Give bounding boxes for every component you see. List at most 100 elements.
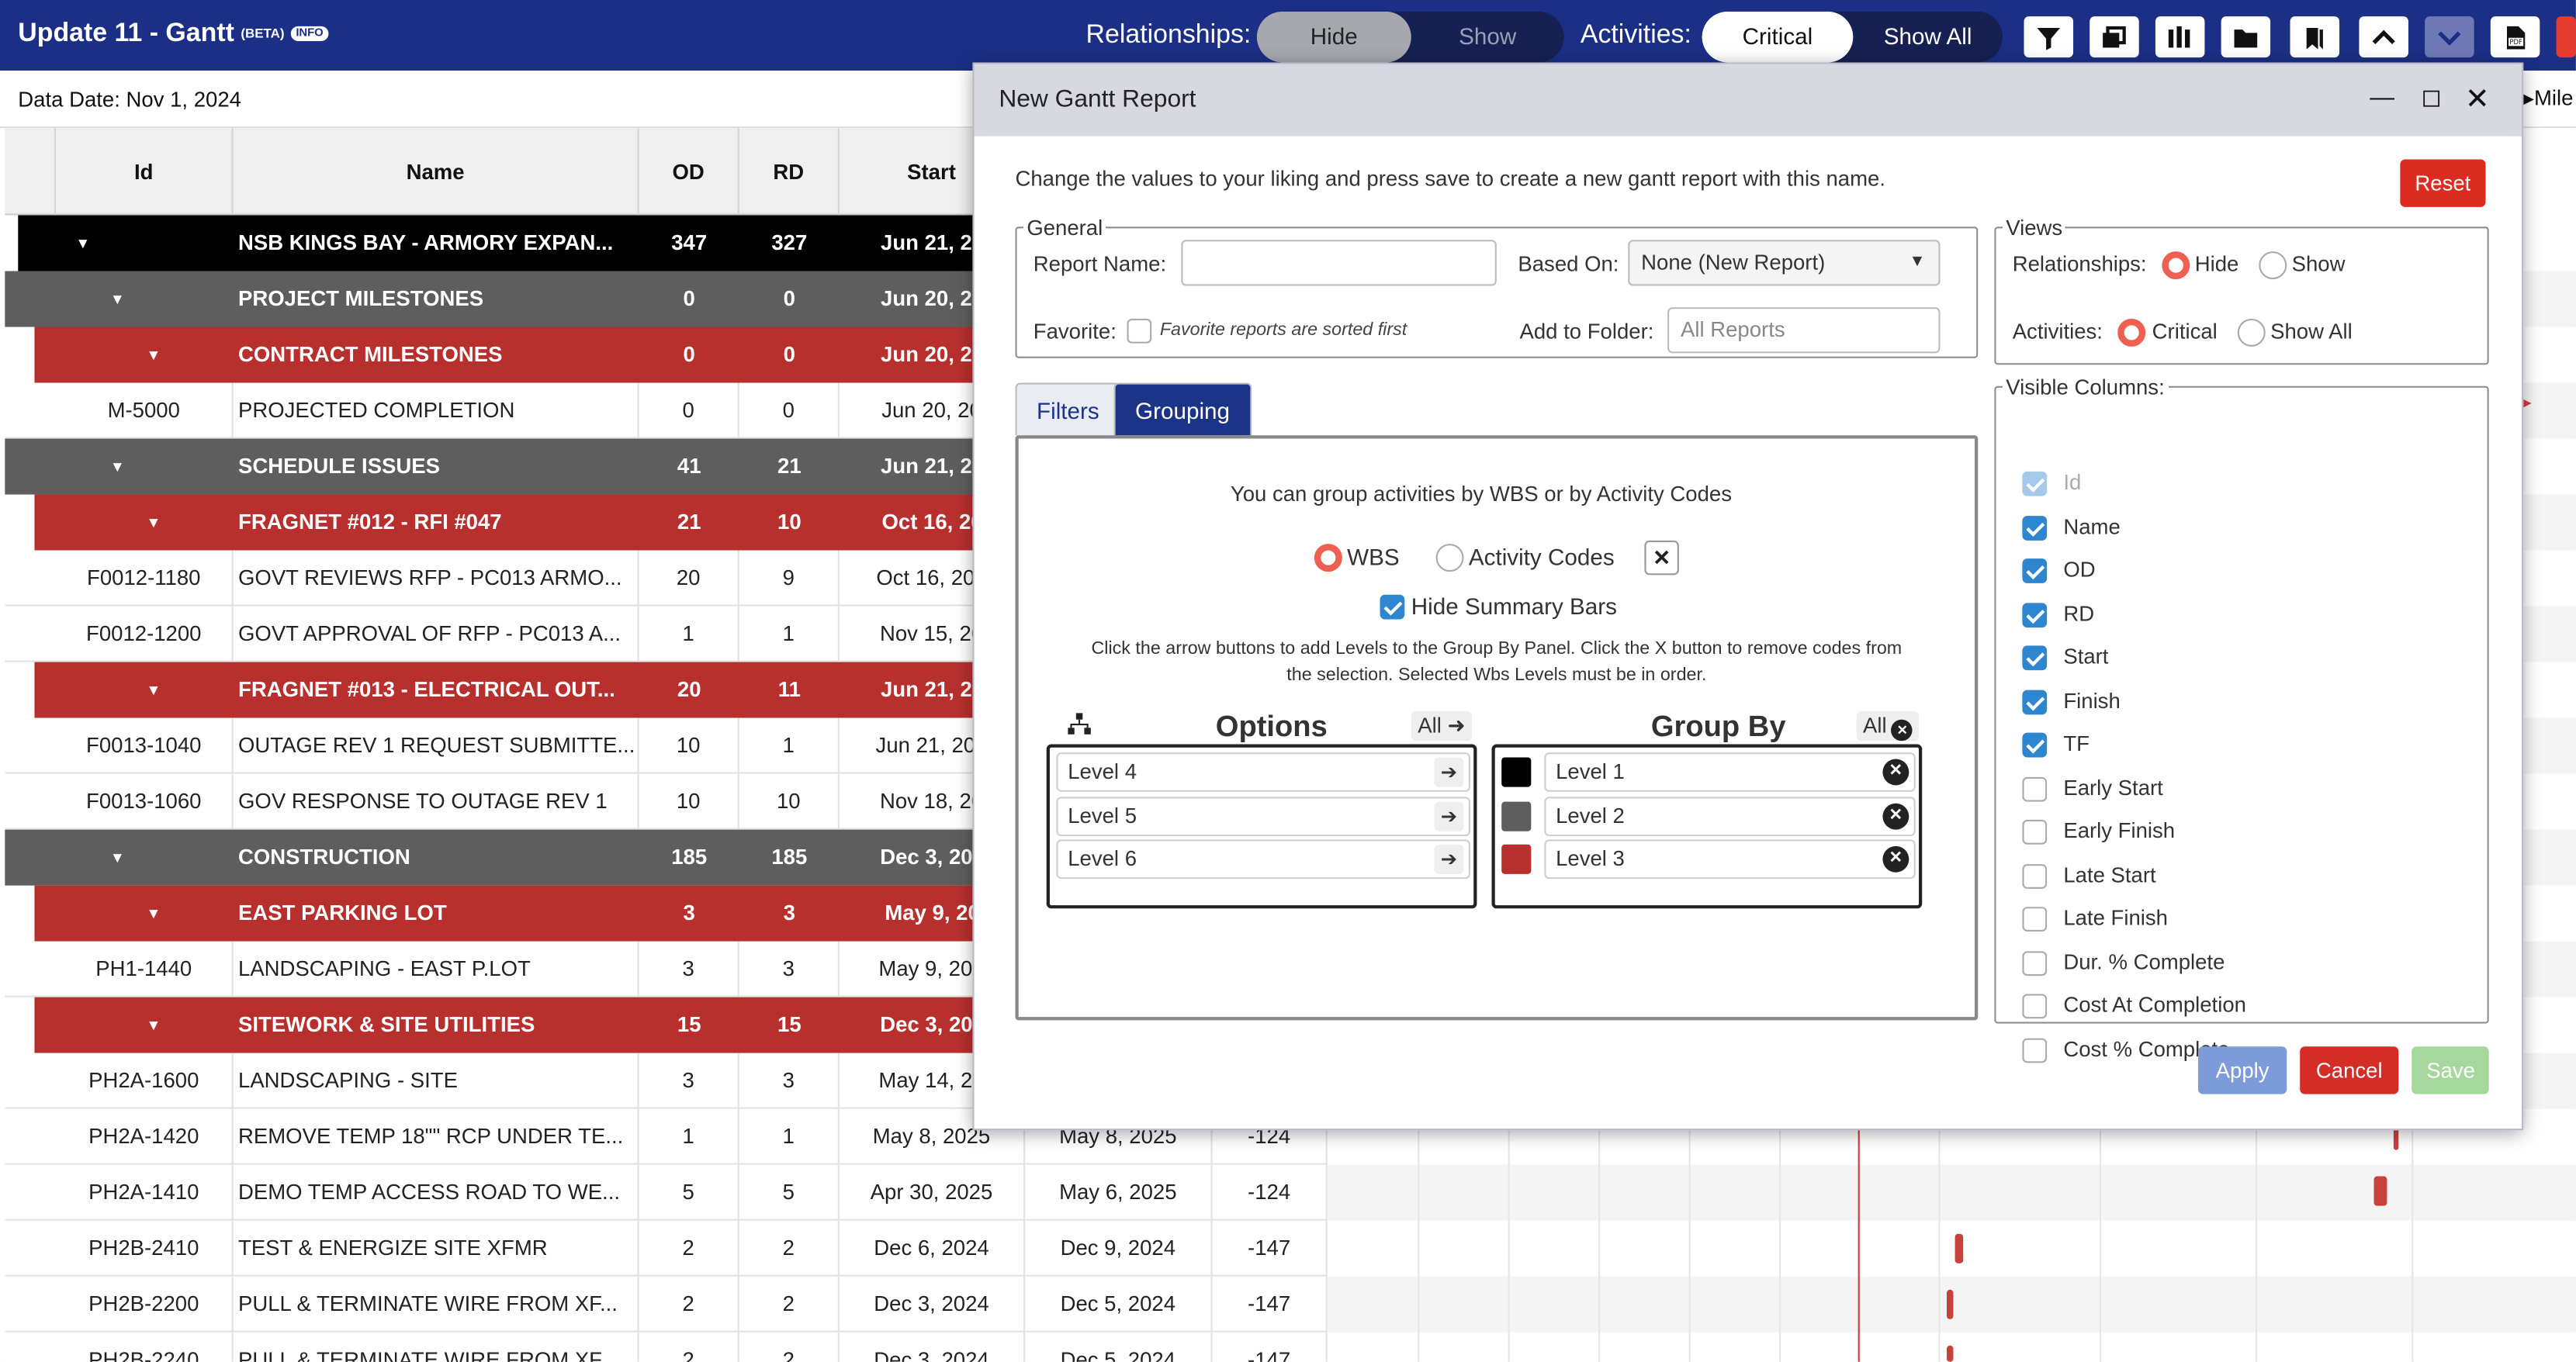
column-checkbox[interactable] [2022, 602, 2048, 627]
collapse-up-button[interactable] [2359, 16, 2408, 58]
cell-finish: Dec 5, 2024 [1025, 1332, 1213, 1362]
close-icon[interactable]: ✕ [2461, 82, 2494, 115]
clear-grouping-icon[interactable]: ✕ [1644, 540, 1679, 576]
gantt-bar[interactable] [1947, 1345, 1954, 1362]
column-checkbox[interactable] [2022, 558, 2048, 583]
header-id[interactable]: Id [56, 128, 234, 216]
folder-button[interactable] [2221, 16, 2271, 58]
remove-level-icon[interactable]: ✕ [1882, 759, 1909, 786]
save-button[interactable]: Save [2412, 1046, 2489, 1094]
group-by-all-label: All [1863, 713, 1887, 738]
tab-filters[interactable]: Filters [1015, 382, 1121, 436]
header-name[interactable]: Name [234, 128, 639, 216]
column-checkbox[interactable] [2022, 732, 2048, 758]
add-level-arrow-icon[interactable]: ➔ [1434, 757, 1464, 787]
cell-od: 10 [639, 717, 739, 774]
views-activities-label: Activities: [2012, 318, 2103, 344]
header-od[interactable]: OD [639, 128, 739, 216]
add-level-arrow-icon[interactable]: ➔ [1434, 844, 1464, 874]
level-color-swatch[interactable] [1501, 757, 1532, 787]
cancel-button[interactable]: Cancel [2300, 1046, 2399, 1094]
pdf-button[interactable]: PDF [2490, 16, 2540, 58]
report-name-input[interactable] [1181, 240, 1497, 286]
column-checkbox[interactable] [2022, 645, 2048, 671]
level-color-swatch[interactable] [1501, 800, 1532, 831]
cell-od: 0 [639, 382, 739, 439]
views-activities-show-all-radio[interactable] [2237, 318, 2266, 347]
add-level-arrow-icon[interactable]: ➔ [1434, 800, 1464, 831]
filter-button[interactable] [2024, 16, 2074, 58]
column-checkbox[interactable] [2022, 950, 2048, 976]
cell-od: 3 [639, 1053, 739, 1109]
svg-text:PDF: PDF [2509, 37, 2522, 45]
column-label: Id [2063, 469, 2082, 495]
column-label: Late Start [2063, 861, 2156, 887]
cell-rd: 0 [783, 341, 796, 367]
based-on-select[interactable]: None (New Report) ▼ [1628, 240, 1941, 286]
tab-grouping[interactable]: Grouping [1113, 382, 1252, 436]
column-label: Finish [2063, 687, 2121, 713]
favorite-checkbox[interactable] [1127, 318, 1152, 344]
column-checkbox[interactable] [2022, 863, 2048, 888]
options-add-all-button[interactable]: All ➜ [1411, 711, 1473, 741]
cell-rd: 5 [739, 1164, 840, 1221]
column-checkbox[interactable] [2022, 907, 2048, 932]
columns-button[interactable] [2155, 16, 2205, 58]
gantt-bar[interactable] [2373, 1176, 2387, 1206]
table-row[interactable]: PH2A-1410 DEMO TEMP ACCESS ROAD TO WE... 5… [5, 1164, 1328, 1221]
views-relationships-hide-radio[interactable] [2162, 251, 2190, 280]
header-rd[interactable]: RD [739, 128, 840, 216]
activities-show-all-option[interactable]: Show All [1853, 12, 2003, 63]
cell-name: PROJECTED COMPLETION [234, 382, 639, 439]
maximize-icon[interactable]: ◻ [2415, 82, 2447, 115]
bookmarks-button[interactable] [2290, 16, 2340, 58]
activity-codes-radio[interactable] [1435, 544, 1464, 572]
views-relationships-show-radio[interactable] [2259, 251, 2287, 280]
hide-summary-bars-checkbox[interactable] [1380, 594, 1405, 620]
group-help-line-2: the selection. Selected Wbs Levels must … [1286, 665, 1707, 686]
cell-od: 2 [639, 1276, 739, 1333]
gantt-bar[interactable] [1947, 1289, 1954, 1319]
column-checkbox[interactable] [2022, 1037, 2048, 1063]
column-checkbox[interactable] [2022, 994, 2048, 1019]
hierarchy-icon [1068, 713, 1091, 735]
column-label: Start [2063, 644, 2109, 669]
relationships-hide-option[interactable]: Hide [1256, 11, 1411, 63]
cell-finish: Dec 9, 2024 [1025, 1220, 1213, 1277]
column-checkbox[interactable] [2022, 515, 2048, 540]
table-row[interactable]: PH2B-2410 TEST & ENERGIZE SITE XFMR 2 2 Dec … [5, 1220, 1328, 1277]
expand-down-button[interactable] [2425, 16, 2474, 58]
column-checkbox[interactable] [2022, 776, 2048, 801]
add-to-folder-input[interactable]: All Reports [1667, 307, 1941, 354]
cell-od: 41 [677, 453, 701, 479]
layers-button[interactable] [2090, 16, 2139, 58]
table-row[interactable]: PH2B-2200 PULL & TERMINATE WIRE FROM XF..… [5, 1276, 1328, 1333]
cell-rd: 2 [739, 1220, 840, 1277]
remove-level-icon[interactable]: ✕ [1882, 845, 1909, 873]
gantt-bar[interactable] [1955, 1233, 1964, 1263]
remove-level-icon[interactable]: ✕ [1882, 802, 1909, 829]
cell-od: 0 [683, 341, 695, 367]
wbs-radio[interactable] [1314, 544, 1342, 572]
cell-id: F0012-1180 [56, 550, 234, 607]
level-color-swatch[interactable] [1501, 844, 1532, 874]
cell-id [56, 271, 234, 327]
activities-critical-option[interactable]: Critical [1702, 11, 1854, 63]
group-by-remove-all-button[interactable]: All ✕ [1856, 711, 1920, 741]
cell-name: TEST & ENERGIZE SITE XFMR [234, 1220, 639, 1277]
relationships-show-option[interactable]: Show [1411, 12, 1564, 63]
dialog-title: New Gantt Report [999, 85, 1196, 114]
red-action-button[interactable] [2556, 16, 2576, 58]
reset-button[interactable]: Reset [2400, 159, 2486, 207]
table-row[interactable]: PH2B-2240 PULL & TERMINATE WIRE FROM XF..… [5, 1332, 1328, 1362]
column-checkbox[interactable] [2022, 819, 2048, 845]
cell-id: PH1-1440 [56, 941, 234, 997]
views-activities-critical-radio[interactable] [2117, 318, 2146, 347]
minimize-icon[interactable]: — [2366, 82, 2398, 115]
column-checkbox[interactable] [2022, 689, 2048, 714]
info-badge[interactable]: INFO [290, 26, 329, 41]
app-title-text: Update 11 - Gantt [18, 19, 234, 48]
apply-button[interactable]: Apply [2197, 1046, 2287, 1094]
folder-icon [2234, 29, 2258, 47]
milestone-label: ▸Mile [2523, 85, 2574, 110]
